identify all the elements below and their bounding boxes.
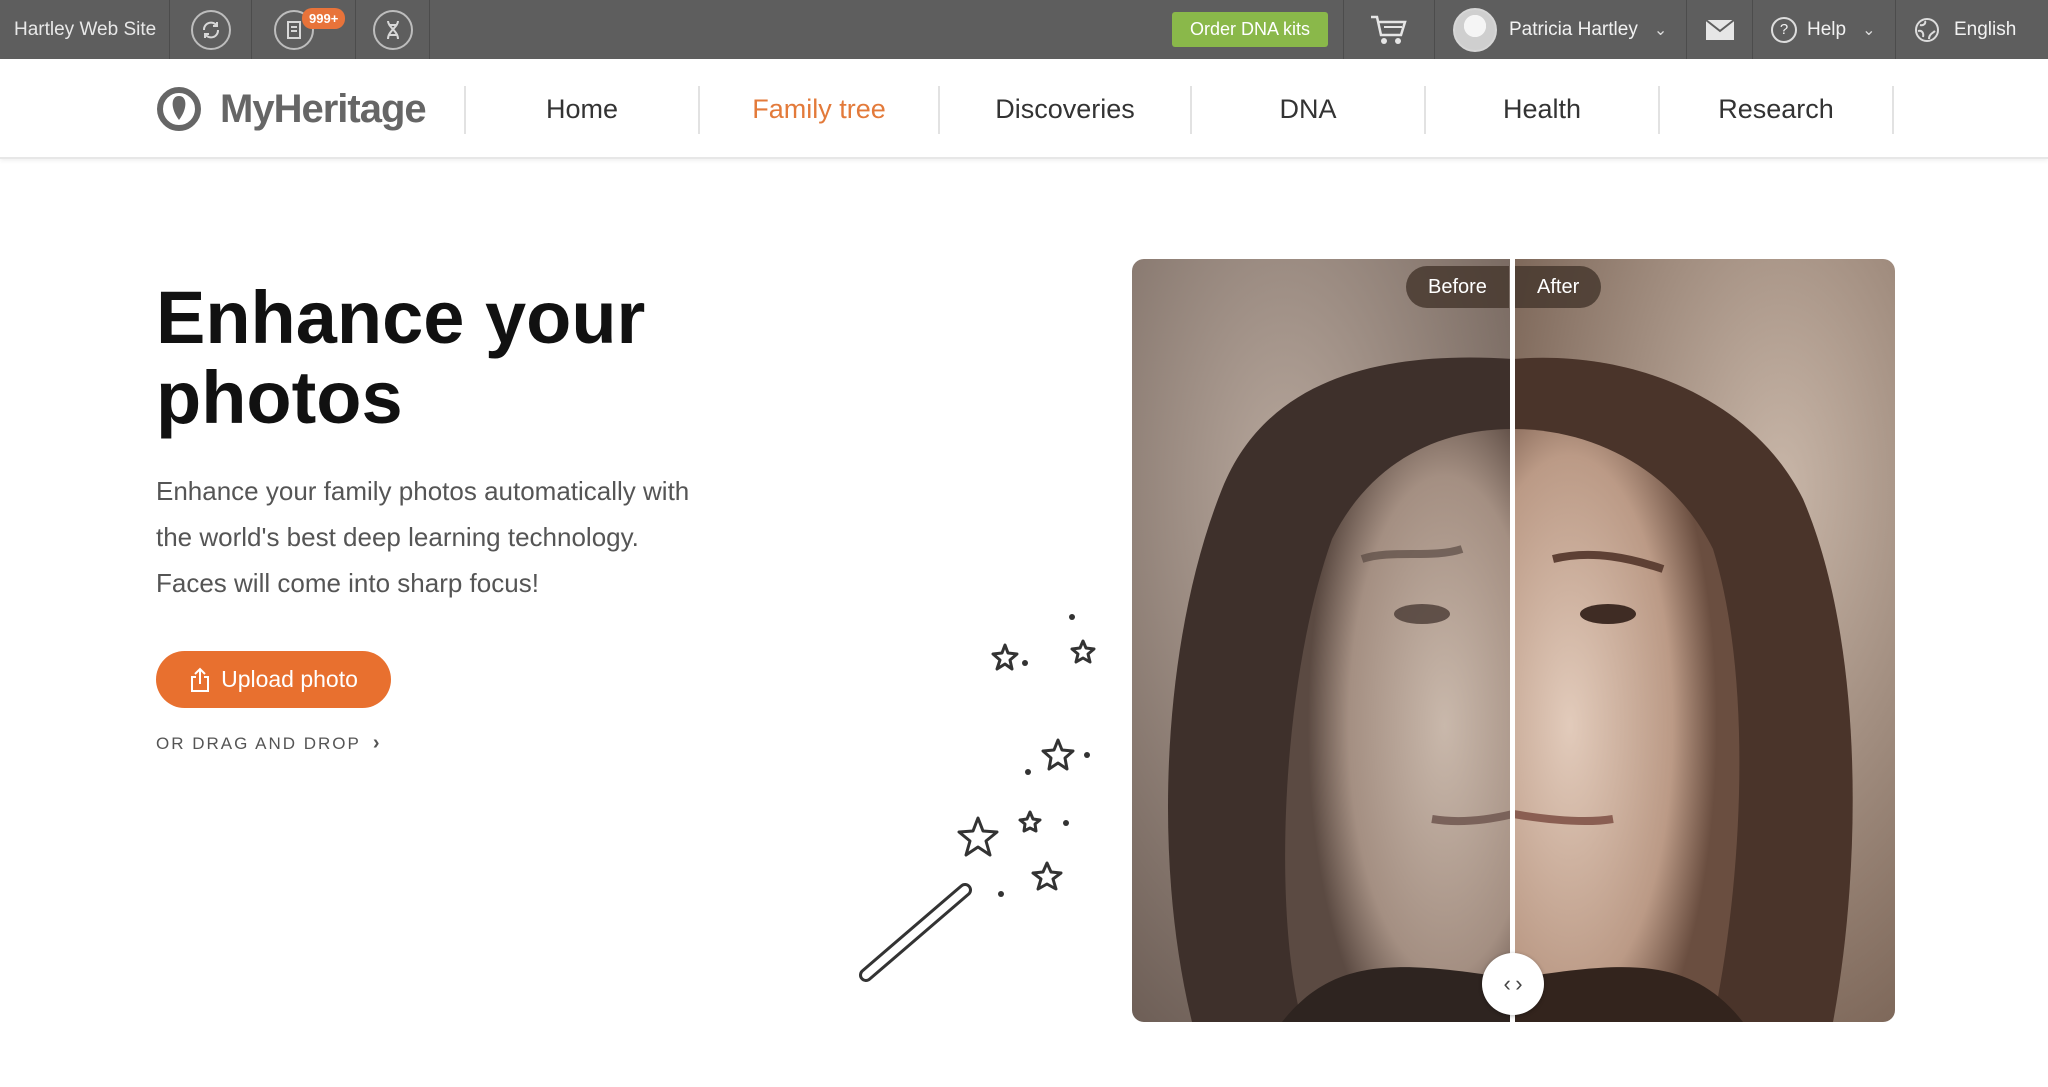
compare-divider	[1510, 259, 1515, 1022]
hero-description: Enhance your family photos automatically…	[156, 468, 776, 606]
before-photo	[1132, 259, 1513, 1022]
chevron-left-right-icon: ‹ ›	[1503, 971, 1523, 996]
top-utility-bar: Hartley Web Site 999+ Order DNA kits Pat…	[0, 0, 2048, 59]
upload-photo-button[interactable]: Upload photo	[156, 651, 391, 708]
nav-item-home[interactable]: Home	[466, 59, 698, 159]
magic-wand-illustration	[859, 614, 1096, 982]
help-label: Help	[1807, 18, 1847, 40]
after-photo	[1513, 259, 1895, 1022]
nav-item-family-tree[interactable]: Family tree	[700, 59, 938, 159]
title-line-2: photos	[156, 356, 403, 439]
nav-item-health[interactable]: Health	[1426, 59, 1658, 159]
help-menu[interactable]: ? Help ⌄	[1753, 0, 1896, 59]
after-label: After	[1515, 266, 1602, 308]
notifications-badge: 999+	[302, 8, 346, 29]
cart-button[interactable]	[1343, 0, 1435, 59]
site-name-link[interactable]: Hartley Web Site	[0, 0, 170, 59]
user-menu[interactable]: Patricia Hartley ⌄	[1435, 0, 1687, 59]
drag-and-drop-link[interactable]: OR DRAG AND DROP ›	[156, 732, 380, 755]
mail-icon	[1704, 18, 1735, 40]
before-after-photo[interactable]: Before After ‹ ›	[1132, 259, 1895, 1022]
chevron-down-icon: ⌄	[1653, 21, 1668, 39]
desc-line-3: Faces will come into sharp focus!	[156, 568, 539, 598]
sync-button[interactable]	[170, 0, 252, 59]
myheritage-logo-icon	[157, 87, 201, 131]
magic-wand-icon	[859, 883, 972, 982]
sparkle-stars	[957, 639, 1096, 891]
cart-icon	[1371, 15, 1407, 44]
language-menu[interactable]: English	[1896, 0, 2048, 59]
dna-icon	[372, 9, 413, 50]
site-name: Hartley Web Site	[14, 18, 157, 40]
upload-icon	[191, 667, 210, 692]
upload-button-label: Upload photo	[221, 666, 358, 692]
user-name: Patricia Hartley	[1509, 18, 1638, 40]
dna-button[interactable]	[356, 0, 430, 59]
avatar	[1453, 7, 1497, 52]
title-line-1: Enhance your	[156, 276, 646, 359]
language-label: English	[1954, 18, 2017, 40]
chevron-right-icon: ›	[372, 732, 380, 754]
messages-button[interactable]	[1687, 0, 1753, 59]
help-icon: ?	[1771, 16, 1797, 43]
sync-icon	[190, 9, 231, 50]
page-title: Enhance your photos	[156, 278, 756, 438]
logo[interactable]: MyHeritage	[156, 83, 427, 135]
drag-drop-label: OR DRAG AND DROP	[156, 733, 361, 753]
desc-line-1: Enhance your family photos automatically…	[156, 476, 690, 506]
before-label: Before	[1406, 266, 1509, 308]
nav-item-dna[interactable]: DNA	[1192, 59, 1424, 159]
desc-line-2: the world's best deep learning technolog…	[156, 522, 639, 552]
nav-item-discoveries[interactable]: Discoveries	[940, 59, 1190, 159]
nav-divider	[1892, 86, 1894, 134]
main-nav: MyHeritage Home Family tree Discoveries …	[0, 59, 2048, 159]
logo-text: MyHeritage	[220, 86, 427, 131]
nav-item-research[interactable]: Research	[1660, 59, 1892, 159]
chevron-down-icon: ⌄	[1862, 21, 1876, 39]
order-dna-kits-button[interactable]: Order DNA kits	[1172, 12, 1328, 47]
compare-slider-handle[interactable]: ‹ ›	[1482, 953, 1544, 1015]
globe-icon	[1915, 17, 1939, 42]
